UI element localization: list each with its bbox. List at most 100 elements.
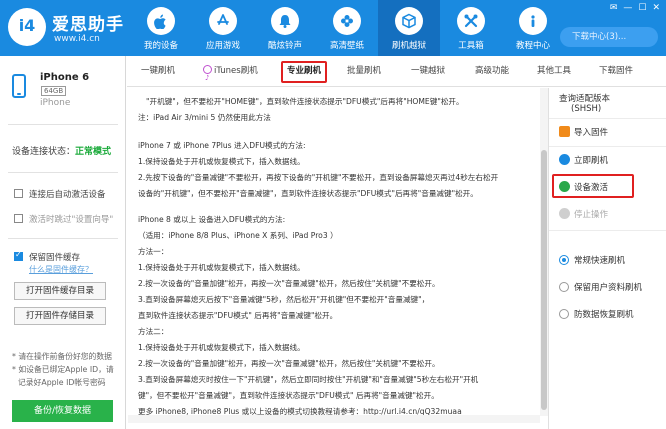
device-name: iPhone 6: [40, 72, 90, 83]
apple-icon: [147, 7, 175, 35]
divider: [8, 238, 118, 239]
flash-subtabs: 一键刷机 iTunes刷机 专业刷机 批量刷机 一键越狱 高级功能 其他工具 下…: [127, 56, 666, 94]
open-store-dir-button[interactable]: 打开固件存储目录: [14, 307, 106, 325]
device-model: iPhone: [40, 98, 71, 108]
instruction-line: （适用：iPhone 8/8 Plus、iPhone X 系列、iPad Pro…: [138, 231, 338, 240]
backup-notes: * 请在操作前备份好您的数据 * 如设备已绑定Apple ID，请 记录好App…: [12, 352, 114, 387]
tab-batch-flash[interactable]: 批量刷机: [347, 56, 381, 87]
logo-mark: i4: [8, 8, 46, 46]
instruction-line: 注：iPad Air 3/mini 5 仍然使用此方法: [138, 113, 271, 122]
nav-wallpapers[interactable]: 高清壁纸: [316, 0, 378, 56]
nav-label: 高清壁纸: [329, 41, 364, 51]
instruction-line: 2.先按下设备的"音量减键"不要松开，再按下设备的"开机键"不要松开，直到设备屏…: [138, 173, 499, 182]
radio-selected: [559, 255, 569, 265]
status-badge: 正常模式: [75, 147, 112, 157]
nav-apps[interactable]: 应用游戏: [192, 0, 254, 56]
nav-my-device[interactable]: 我的设备: [130, 0, 192, 56]
logo-name: 爱思助手: [52, 15, 124, 35]
keep-firmware-checkbox[interactable]: [14, 250, 23, 261]
nav-toolbox[interactable]: 工具箱: [440, 0, 502, 56]
divider: [8, 172, 118, 173]
activate-device-button[interactable]: 设备激活: [559, 181, 608, 193]
nav-flash-jailbreak[interactable]: 刷机越狱: [378, 0, 440, 56]
instruction-line: iPhone 8 或以上 设备进入DFU模式的方法:: [138, 215, 286, 224]
tab-one-click-flash[interactable]: 一键刷机: [141, 56, 175, 87]
divider: [549, 118, 666, 119]
nav-label: 我的设备: [143, 41, 178, 51]
instruction-line: 键"，但不要松开"音量减键"，直到软件连接状态提示"DFU模式" 后再将"音量减…: [138, 391, 439, 400]
nav-tutorials[interactable]: 教程中心: [502, 0, 564, 56]
divider: [8, 124, 118, 125]
maximize-icon[interactable]: ☐: [638, 3, 646, 13]
app-logo: i4 爱思助手 www.i4.cn: [8, 8, 133, 48]
divider: [549, 146, 666, 147]
scrollbar-thumb[interactable]: [541, 150, 547, 410]
query-version-button[interactable]: 查询适配版本: [559, 92, 610, 104]
mode-quick-flash[interactable]: 常规快速刷机: [559, 254, 625, 266]
instruction-line: iPhone 7 或 iPhone 7Plus 进入DFU模式的方法:: [138, 141, 306, 150]
instruction-line: "开机键"，但不要松开"HOME键"，直到软件连接状态提示"DFU模式"后再将"…: [146, 97, 464, 106]
tab-itunes-flash[interactable]: iTunes刷机: [203, 56, 258, 94]
dfu-instructions: "开机键"，但不要松开"HOME键"，直到软件连接状态提示"DFU模式"后再将"…: [128, 88, 540, 416]
bell-icon: [271, 7, 299, 35]
keep-firmware-label: 保留固件缓存: [29, 253, 81, 263]
tab-other-tools[interactable]: 其他工具: [537, 56, 571, 87]
nav-label: 教程中心: [515, 41, 550, 51]
nav-label: 工具箱: [458, 41, 484, 51]
highlight-box: [281, 61, 328, 83]
minimize-icon[interactable]: —: [623, 3, 632, 13]
box-icon: [395, 7, 423, 35]
instruction-line: 设备的"开机键"，但不要松开"音量减键"，直到软件连接状态提示"DFU模式"后再…: [138, 189, 478, 198]
nav-label: 应用游戏: [205, 41, 240, 51]
close-icon[interactable]: ✕: [652, 3, 660, 13]
connection-status: 设备连接状态：正常模式: [12, 147, 112, 157]
flower-icon: [333, 7, 361, 35]
what-is-cache-link[interactable]: 什么是固件缓存？: [29, 264, 93, 275]
instruction-line: 2.按一次设备的"音量加键"松开，再按一次"音量减键"松开，然后按住"关机键"不…: [138, 279, 440, 288]
skip-guide-checkbox[interactable]: [14, 214, 23, 223]
globe-icon: [559, 181, 570, 192]
instruction-line: 2.按一次设备的"音量加键"松开，再按一次"音量减键"松开，然后按住"关机键"不…: [138, 359, 440, 368]
window-controls: ✉ — ☐ ✕: [604, 3, 660, 13]
stop-button[interactable]: 停止操作: [559, 208, 608, 220]
mode-anti-recovery-flash[interactable]: 防数据恢复刷机: [559, 308, 634, 320]
instruction-line: 方法一：: [138, 247, 169, 256]
divider: [549, 230, 666, 231]
tab-jailbreak[interactable]: 一键越狱: [411, 56, 445, 87]
nav-label: 刷机越狱: [391, 41, 426, 51]
download-center-button[interactable]: 下载中心(3)...: [560, 27, 658, 47]
instruction-line: 方法二：: [138, 327, 169, 336]
app-store-icon: [209, 7, 237, 35]
flash-icon: [559, 154, 570, 165]
logo-url: www.i4.cn: [54, 34, 100, 44]
nav-ringtones[interactable]: 酷炫铃声: [254, 0, 316, 56]
radio: [559, 282, 569, 292]
app-header: i4 爱思助手 www.i4.cn 我的设备 应用游戏 酷炫铃声 高清壁纸 刷机…: [0, 0, 666, 56]
instruction-line: 1.保持设备处于开机或恢复模式下，插入数据线。: [138, 157, 305, 166]
tab-pro-flash[interactable]: 专业刷机: [281, 56, 328, 87]
mode-keep-data-flash[interactable]: 保留用户资料刷机: [559, 281, 642, 293]
skip-guide-label: 激活时跳过"设置向导": [29, 215, 114, 225]
instruction-line: 3.直到设备屏幕熄灭时按住一下"开机键"，然后立即同时按住"开机键"和"音量减键…: [138, 375, 479, 384]
backup-restore-button[interactable]: 备份/恢复数据: [12, 400, 113, 422]
nav-label: 酷炫铃声: [267, 41, 302, 51]
open-cache-dir-button[interactable]: 打开固件缓存目录: [14, 282, 106, 300]
toolbox-icon: [457, 7, 485, 35]
import-icon: [559, 126, 570, 137]
query-version-sub: (SHSH): [571, 104, 602, 114]
phone-icon: [12, 74, 26, 98]
tab-download-firmware[interactable]: 下载固件: [599, 56, 633, 87]
auto-activate-checkbox[interactable]: [14, 189, 23, 198]
itunes-icon: [203, 63, 212, 94]
flash-now-button[interactable]: 立即刷机: [559, 154, 608, 166]
auto-activate-label: 连接后自动激活设备: [29, 190, 106, 200]
horizontal-scrollbar[interactable]: [128, 415, 540, 423]
import-firmware-button[interactable]: 导入固件: [559, 126, 608, 138]
info-icon: [519, 7, 547, 35]
tab-advanced[interactable]: 高级功能: [475, 56, 509, 87]
mail-icon[interactable]: ✉: [610, 3, 618, 13]
stop-icon: [559, 208, 570, 219]
instruction-line: 1.保持设备处于开机或恢复模式下，插入数据线。: [138, 343, 305, 352]
radio: [559, 309, 569, 319]
device-panel: iPhone 6 64GB iPhone 设备连接状态：正常模式 连接后自动激活…: [0, 56, 126, 429]
